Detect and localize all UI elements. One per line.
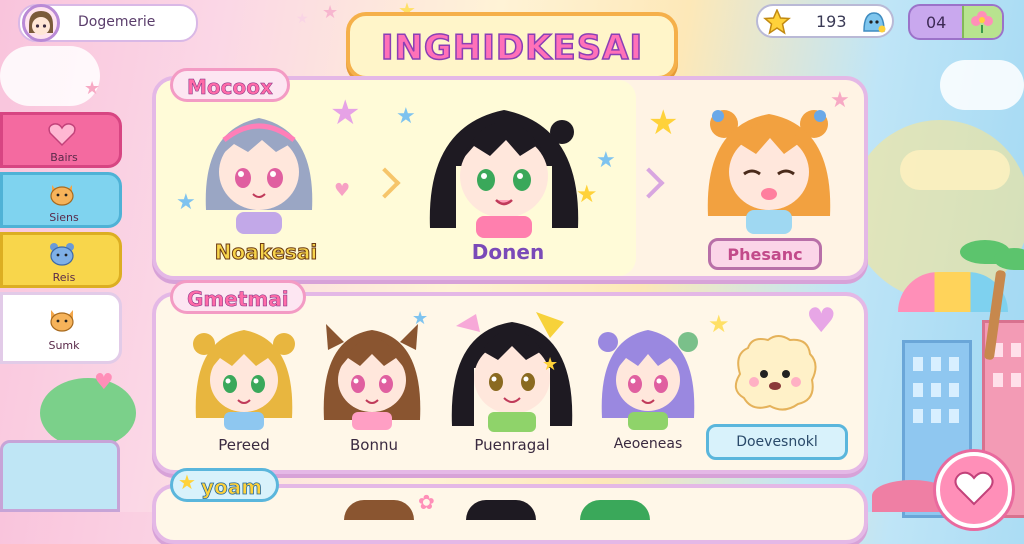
character-portrait[interactable] xyxy=(422,96,586,238)
star-decoration: ★ xyxy=(830,88,850,113)
game-title-banner: INGHIDKESAI xyxy=(346,12,678,80)
character-bonnu-icon xyxy=(323,324,421,430)
energy-value: 04 xyxy=(926,13,947,32)
avatar-face-icon xyxy=(29,11,53,35)
character-peek xyxy=(344,500,414,520)
heart-icon xyxy=(954,471,994,506)
favorites-button[interactable] xyxy=(936,452,1012,528)
flower-decoration: ✿ xyxy=(418,490,435,514)
flower-icon xyxy=(971,11,993,33)
star-decoration: ★ xyxy=(176,190,196,215)
character-name: Noakesai xyxy=(214,240,318,265)
star-decoration: ★ xyxy=(708,310,730,338)
game-title: INGHIDKESAI xyxy=(380,27,644,69)
puff-creature-icon xyxy=(734,335,817,411)
character-portrait[interactable] xyxy=(700,96,838,234)
sidebar-item-label: Bairs xyxy=(50,151,78,164)
heart-decoration: ♥ xyxy=(806,301,837,341)
sidebar-item-siens[interactable]: Siens xyxy=(0,172,122,228)
puff-mascot[interactable] xyxy=(728,330,822,414)
character-pereed-icon xyxy=(193,330,295,430)
character-name: Aeoeneas xyxy=(613,436,683,452)
coin-value: 193 xyxy=(816,12,847,31)
character-portrait[interactable] xyxy=(596,318,700,430)
profile-pill[interactable]: Dogemerie xyxy=(18,4,198,42)
add-energy-button[interactable] xyxy=(962,6,1002,38)
sidebar-item-bairs[interactable]: Bairs xyxy=(0,112,122,168)
sidebar-item-label: Reis xyxy=(52,271,76,284)
sidebar-item-label: Sumk xyxy=(48,339,80,352)
star-decoration: ★ xyxy=(322,2,339,23)
character-noakesai-icon xyxy=(205,118,313,234)
star-decoration: ★ xyxy=(296,11,309,27)
roster-action-button[interactable]: Doevesnokl xyxy=(706,424,848,460)
sidebar-item-sumk[interactable]: Sumk xyxy=(0,292,122,364)
character-portrait[interactable] xyxy=(318,316,426,430)
roster-action-label: Doevesnokl xyxy=(736,434,818,450)
star-decoration: ★ xyxy=(84,78,101,99)
star-decoration: ★ xyxy=(596,148,616,173)
character-name: Phesanc xyxy=(727,245,803,264)
sidebar-item-label: Siens xyxy=(49,211,79,224)
profile-name: Dogemerie xyxy=(78,14,156,30)
character-aeoeneas-icon xyxy=(598,330,698,430)
character-donen-icon xyxy=(429,110,579,238)
sidebar-item-reis[interactable]: Reis xyxy=(0,232,122,288)
star-decoration: ★ xyxy=(396,104,416,129)
character-name: Bonnu xyxy=(350,436,398,454)
character-portrait[interactable] xyxy=(446,308,578,432)
character-puenragal-icon xyxy=(451,312,573,432)
bush xyxy=(40,378,136,448)
cloud xyxy=(940,60,1024,110)
roster-section-label: Gmetmai xyxy=(170,280,306,314)
fox-icon xyxy=(50,310,74,332)
heart-decoration: ♥ xyxy=(94,370,114,395)
star-coin-icon xyxy=(763,9,791,35)
character-peek xyxy=(466,500,536,520)
character-name: Donen xyxy=(471,240,545,264)
star-decoration: ★ xyxy=(648,103,679,143)
character-peek xyxy=(580,500,650,520)
star-decoration: ★ xyxy=(412,308,429,329)
energy-counter[interactable]: 04 xyxy=(908,4,1004,40)
character-portrait[interactable] xyxy=(196,100,322,234)
star-decoration: ★ xyxy=(330,93,361,133)
featured-section-label: Mocoox xyxy=(170,68,290,102)
character-name: Puenragal xyxy=(474,436,550,454)
character-portrait[interactable] xyxy=(190,318,298,430)
character-phesanc-icon xyxy=(707,110,831,234)
avatar[interactable] xyxy=(22,4,60,42)
coin-counter[interactable]: 193 xyxy=(756,4,894,38)
character-name-plate[interactable]: Phesanc xyxy=(708,238,822,270)
blob-pet-icon xyxy=(863,12,886,33)
cat-icon xyxy=(50,185,74,206)
window-frame xyxy=(0,440,120,512)
character-name: Pereed xyxy=(218,436,270,454)
star-decoration: ★ xyxy=(542,354,559,375)
star-icon: ★ xyxy=(178,470,196,494)
heart-decoration: ♥ xyxy=(334,180,351,201)
star-decoration: ★ xyxy=(576,180,598,208)
bear-icon xyxy=(50,243,74,266)
heart-icon xyxy=(48,123,76,147)
